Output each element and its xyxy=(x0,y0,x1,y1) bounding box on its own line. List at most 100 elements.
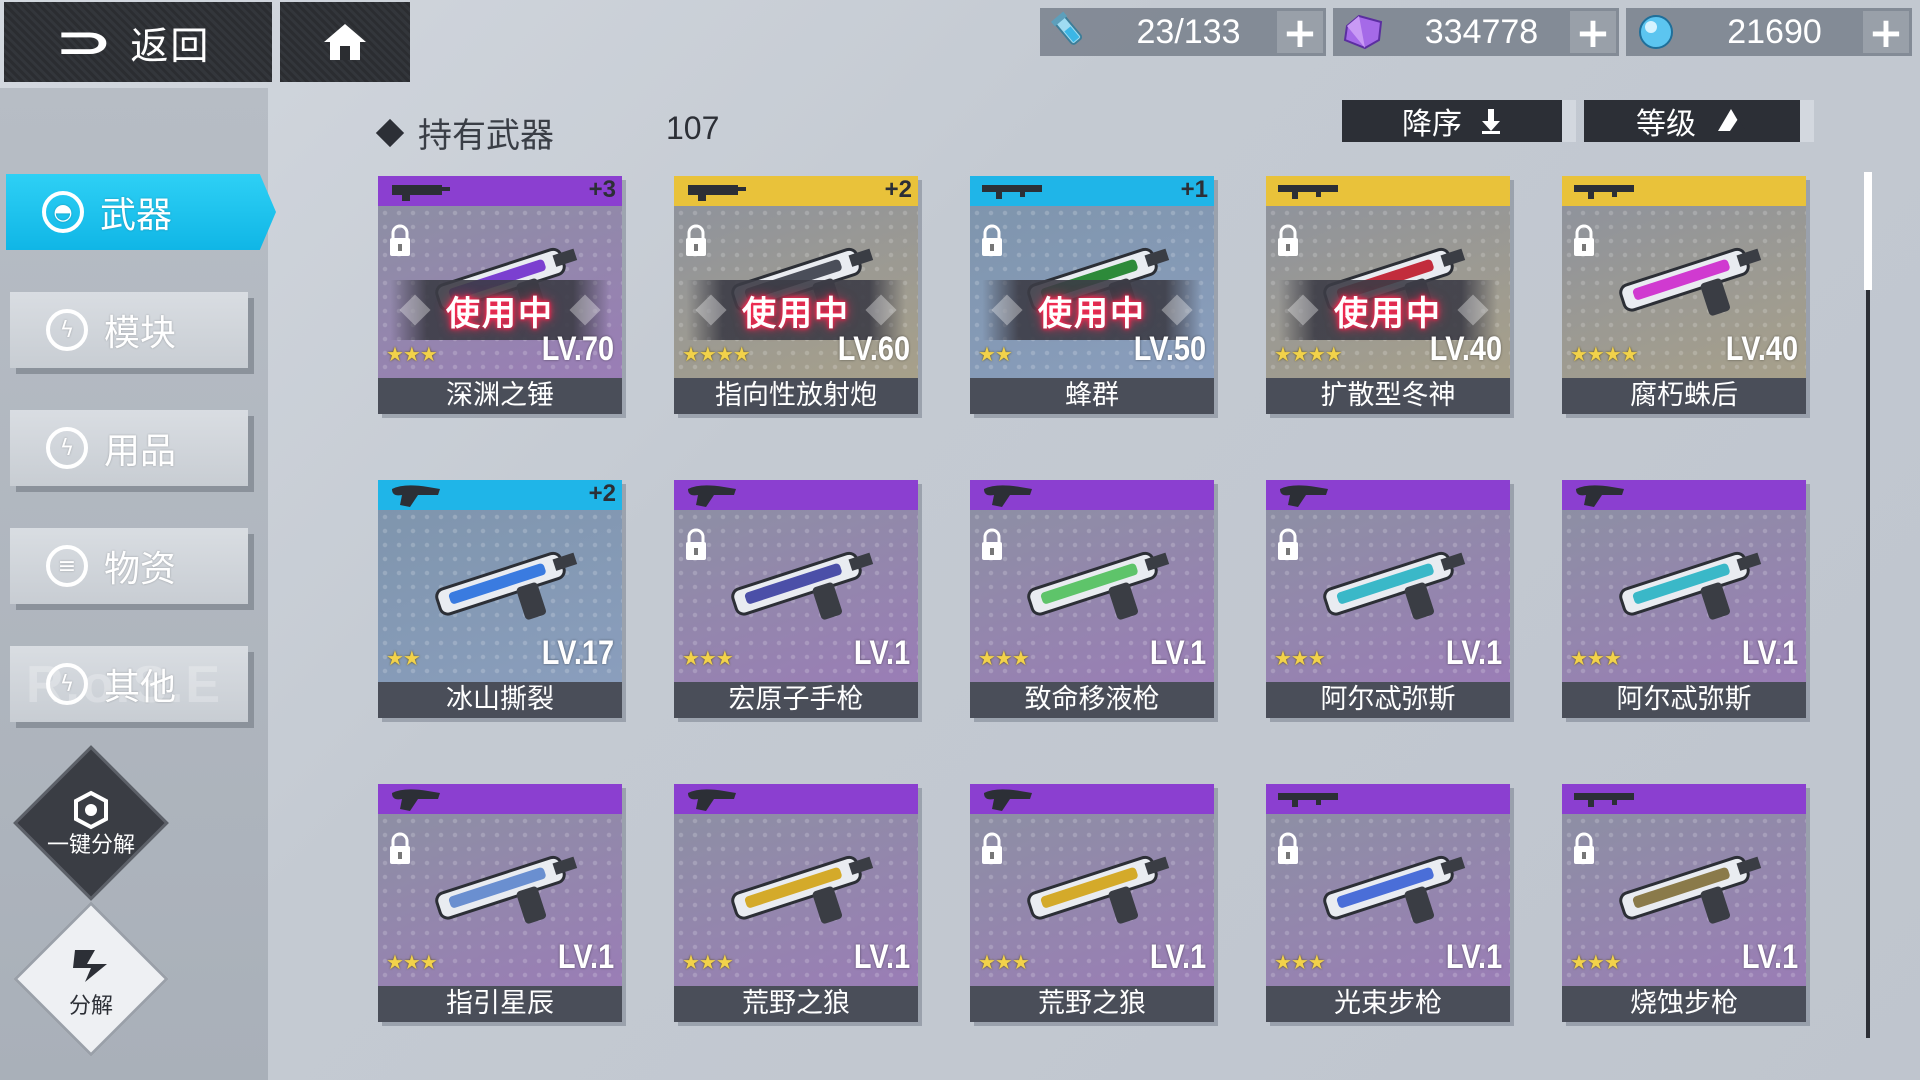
lock-icon[interactable] xyxy=(980,528,1004,562)
weapon-art-icon xyxy=(418,834,588,948)
pistol-icon xyxy=(388,483,444,513)
weapon-name: 阿尔忒弥斯 xyxy=(1562,682,1806,718)
weapon-count: 107 xyxy=(666,110,720,146)
tab-modules[interactable]: ϟ 模块 xyxy=(10,292,248,368)
pistol-icon xyxy=(684,787,740,817)
dismantle-button[interactable]: 分解 xyxy=(13,901,169,1057)
stamina-resource: 23/133 + xyxy=(1040,8,1326,57)
hexagon-icon xyxy=(74,790,108,830)
weapon-card[interactable]: +2 使用中 ★★★★ LV.60 指向性放射炮 xyxy=(674,176,918,414)
add-orb-button[interactable]: + xyxy=(1863,8,1909,57)
lock-icon[interactable] xyxy=(684,224,708,258)
lock-icon[interactable] xyxy=(1276,224,1300,258)
weapon-level: LV.1 xyxy=(1149,634,1206,672)
star-rating: ★★★ xyxy=(978,950,1030,974)
weapon-name: 指引星辰 xyxy=(378,986,622,1022)
lock-icon[interactable] xyxy=(1572,224,1596,258)
lock-icon[interactable] xyxy=(1276,832,1300,866)
weapon-card[interactable]: +2 ★★ LV.17 冰山撕裂 xyxy=(378,480,622,718)
home-icon xyxy=(324,24,366,60)
enhance-level: +2 xyxy=(884,176,912,203)
lock-icon[interactable] xyxy=(388,832,412,866)
in-use-label: 使用中 xyxy=(1038,293,1146,334)
weapon-card[interactable]: ★★★ LV.1 指引星辰 xyxy=(378,784,622,1022)
sort-order-button[interactable]: 降序 xyxy=(1342,100,1576,142)
tab-supplies[interactable]: ≡ 物资 xyxy=(10,528,248,604)
bulk-dismantle-label: 一键分解 xyxy=(46,833,135,858)
purple-crystal-icon xyxy=(1333,12,1393,52)
weapon-card[interactable]: ★★★ LV.1 光束步枪 xyxy=(1266,784,1510,1022)
weapon-name: 烧蚀步枪 xyxy=(1562,986,1806,1022)
rarity-bar: +2 xyxy=(378,480,622,510)
weapon-level: LV.40 xyxy=(1429,330,1502,368)
weapon-name: 蜂群 xyxy=(970,378,1214,414)
weapon-name: 阿尔忒弥斯 xyxy=(1266,682,1510,718)
weapon-category-icon: ◓ xyxy=(42,191,84,233)
weapon-level: LV.60 xyxy=(837,330,910,368)
weapon-level: LV.40 xyxy=(1725,330,1798,368)
weapon-name: 致命移液枪 xyxy=(970,682,1214,718)
weapon-card[interactable]: ★★★ LV.1 烧蚀步枪 xyxy=(1562,784,1806,1022)
weapon-card[interactable]: ★★★ LV.1 阿尔忒弥斯 xyxy=(1266,480,1510,718)
lock-icon[interactable] xyxy=(980,832,1004,866)
weapon-card[interactable]: ★★★ LV.1 荒野之狼 xyxy=(674,784,918,1022)
weapon-card[interactable]: ★★★ LV.1 宏原子手枪 xyxy=(674,480,918,718)
star-rating: ★★★ xyxy=(1274,950,1326,974)
add-stamina-button[interactable]: + xyxy=(1277,8,1323,57)
stamina-value: 23/133 xyxy=(1136,12,1241,51)
weapon-card[interactable]: ★★★ LV.1 阿尔忒弥斯 xyxy=(1562,480,1806,718)
diamond-gem-icon xyxy=(695,294,727,326)
star-rating: ★★★ xyxy=(682,646,734,670)
weapon-art-icon xyxy=(1010,530,1180,644)
weapon-card[interactable]: +3 使用中 ★★★ LV.70 深渊之锤 xyxy=(378,176,622,414)
rarity-bar: +2 xyxy=(674,176,918,206)
weapon-name: 腐朽蛛后 xyxy=(1562,378,1806,414)
lock-icon[interactable] xyxy=(1572,832,1596,866)
scrollbar[interactable] xyxy=(1864,172,1872,1038)
stamina-vial-icon xyxy=(1040,10,1100,54)
weapon-art-icon xyxy=(1306,834,1476,948)
back-button[interactable]: ⊃ 返回 xyxy=(4,2,272,82)
weapon-name: 扩散型冬神 xyxy=(1266,378,1510,414)
diamond-gem-icon xyxy=(1457,294,1489,326)
rarity-bar xyxy=(1562,176,1806,206)
weapon-card[interactable]: ★★★ LV.1 致命移液枪 xyxy=(970,480,1214,718)
lock-icon[interactable] xyxy=(684,528,708,562)
bulk-dismantle-button[interactable]: 一键分解 xyxy=(13,745,169,901)
weapon-name: 宏原子手枪 xyxy=(674,682,918,718)
tab-weapons[interactable]: ◓ 武器 xyxy=(6,174,276,250)
weapon-level: LV.17 xyxy=(541,634,614,672)
lock-icon[interactable] xyxy=(388,224,412,258)
weapon-name: 指向性放射炮 xyxy=(674,378,918,414)
pistol-icon xyxy=(980,787,1036,817)
star-rating: ★★★ xyxy=(386,342,438,366)
home-button[interactable] xyxy=(280,2,410,82)
star-rating: ★★★★ xyxy=(682,342,751,366)
rifle-icon xyxy=(1276,179,1346,205)
rarity-bar xyxy=(1266,784,1510,814)
weapon-art-icon xyxy=(1306,530,1476,644)
weapon-level: LV.1 xyxy=(853,634,910,672)
in-use-label: 使用中 xyxy=(446,293,554,334)
sort-key-button[interactable]: 等级 xyxy=(1584,100,1814,142)
enhance-level: +1 xyxy=(1180,176,1208,203)
back-arrow-icon: ⊃ xyxy=(53,16,117,68)
enhance-level: +3 xyxy=(588,176,616,203)
bolt-icon: ϟ xyxy=(46,309,88,351)
pistol-icon xyxy=(388,787,444,817)
weapon-level: LV.1 xyxy=(1445,938,1502,976)
weapon-card[interactable]: ★★★★ LV.40 腐朽蛛后 xyxy=(1562,176,1806,414)
scrollbar-thumb[interactable] xyxy=(1864,172,1872,290)
tab-items[interactable]: ϟ 用品 xyxy=(10,410,248,486)
add-crystal-button[interactable]: + xyxy=(1570,8,1616,57)
weapon-card[interactable]: 使用中 ★★★★ LV.40 扩散型冬神 xyxy=(1266,176,1510,414)
weapon-art-icon xyxy=(1010,834,1180,948)
weapon-card[interactable]: ★★★ LV.1 荒野之狼 xyxy=(970,784,1214,1022)
lock-icon[interactable] xyxy=(1276,528,1300,562)
diamond-gem-icon xyxy=(991,294,1023,326)
weapon-card[interactable]: +1 使用中 ★★ LV.50 蜂群 xyxy=(970,176,1214,414)
lock-icon[interactable] xyxy=(980,224,1004,258)
back-label: 返回 xyxy=(130,23,211,68)
list-title-label: 持有武器 xyxy=(418,116,554,156)
star-rating: ★★★ xyxy=(1274,646,1326,670)
